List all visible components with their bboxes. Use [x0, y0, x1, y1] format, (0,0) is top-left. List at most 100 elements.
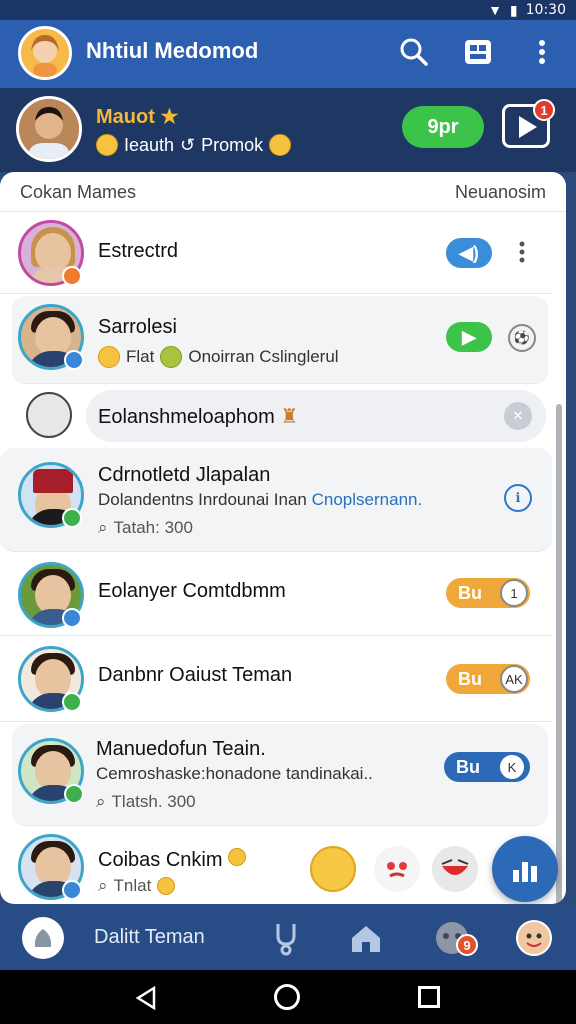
contact-name: Cdrnotletd Jlapalan — [98, 464, 271, 486]
contact-meta: ⌕ Tlatsh. 300 — [96, 792, 196, 812]
user-avatar[interactable] — [18, 26, 72, 80]
soccer-ball-icon[interactable]: ⚽ — [508, 324, 536, 352]
video-icon[interactable]: 1 — [502, 99, 555, 148]
profile-nav-icon[interactable] — [514, 918, 554, 958]
contact-sub-part: Flat — [126, 347, 155, 366]
contact-name: Eolanshmeloaphom ♜ — [98, 404, 298, 429]
smile-emoji-icon — [98, 346, 120, 368]
info-icon[interactable]: ℹ — [504, 484, 532, 512]
contact-row[interactable]: Danbnr Oaiust Teman Bu AK — [0, 638, 552, 722]
contact-name: Estrectrd — [98, 240, 179, 262]
contact-name: Coibas Cnkim — [98, 848, 247, 872]
contact-subtitle: Cemroshaske:honadone tandinakai.. — [96, 764, 373, 783]
icecream-emoji-icon: ♜ — [280, 406, 299, 428]
contact-meta-text: Tnlat — [113, 876, 152, 895]
pill-label: Bu — [456, 756, 480, 777]
app-actions — [396, 34, 560, 70]
status-bar: ▼ ▮ 10:30 — [0, 0, 576, 20]
frog-emoji-icon — [160, 346, 183, 368]
avatar-illustration-icon — [21, 29, 69, 77]
voice-message-icon[interactable]: ◀) — [446, 238, 492, 268]
system-navigation-bar — [0, 970, 576, 1024]
contact-row[interactable]: Eolanshmeloaphom ♜ ✕ — [0, 386, 552, 446]
profile-avatar[interactable] — [16, 96, 82, 162]
contact-sub-part2: Onoirran Cslinglerul — [188, 347, 339, 366]
status-dot-icon — [62, 508, 82, 528]
house-nav-icon[interactable] — [346, 918, 386, 958]
count-circle[interactable]: AK — [500, 665, 528, 693]
bottom-nav: Dalitt Teman 9 — [0, 904, 576, 970]
profile-name: Mauot ★ — [96, 106, 179, 128]
status-dot-icon — [64, 784, 84, 804]
more-vertical-icon[interactable] — [518, 240, 526, 269]
more-vertical-icon[interactable] — [524, 34, 560, 70]
nav-label[interactable]: Dalitt Teman — [94, 926, 205, 949]
profile-sub-left: Ieauth — [124, 134, 175, 155]
contact-meta: ⌕ Tatah: 300 — [98, 518, 193, 538]
recents-icon[interactable] — [418, 986, 440, 1008]
contact-row[interactable]: Cdrnotletd Jlapalan Dolandentns Inrdouna… — [0, 448, 552, 552]
contact-sub-link[interactable]: Cnoplsernann. — [312, 490, 423, 509]
scrollbar[interactable] — [556, 404, 562, 904]
status-dot-icon — [62, 608, 82, 628]
back-icon[interactable] — [134, 985, 158, 1015]
contact-name-text: Eolanshmeloaphom — [98, 406, 275, 428]
chat-bubble-icon: ⌕ — [98, 518, 108, 537]
kiss-reaction-icon[interactable] — [374, 846, 420, 892]
search-icon[interactable] — [396, 34, 432, 70]
contact-row[interactable]: Eolanyer Comtdbmm Bu 1 — [0, 554, 552, 636]
status-icons: ▼ ▮ 10:30 — [488, 0, 566, 20]
count-circle[interactable]: K — [498, 753, 526, 781]
contact-subtitle: Flat Onoirran Cslinglerul — [98, 346, 339, 368]
status-dot-icon — [62, 692, 82, 712]
status-dot-icon — [62, 266, 82, 286]
stethoscope-icon[interactable] — [268, 918, 308, 958]
wrench-avatar-icon — [26, 392, 72, 438]
app-title: Nhtiul Medomod — [86, 38, 259, 63]
wifi-icon: ▼ — [488, 2, 502, 18]
stats-fab-button[interactable] — [492, 836, 558, 902]
play-icon[interactable]: ▶ — [446, 322, 492, 352]
person-photo-icon — [19, 99, 79, 159]
status-dot-icon — [64, 350, 84, 370]
contacts-card-icon[interactable] — [460, 34, 496, 70]
chat-bubble-icon: ⌕ — [96, 792, 106, 811]
contact-row[interactable]: Estrectrd ◀) — [0, 212, 552, 294]
status-dot-icon — [62, 880, 82, 900]
smile-emoji-icon — [228, 848, 247, 866]
contact-sub-text: Dolandentns Inrdounai Inan — [98, 490, 307, 509]
list-header-left: Cokan Mames — [20, 182, 137, 202]
contact-row[interactable]: Manuedofun Teain. Cemroshaske:honadone t… — [12, 724, 548, 826]
close-icon[interactable]: ✕ — [504, 402, 532, 430]
home-icon[interactable] — [274, 984, 300, 1010]
contact-name-text: Coibas Cnkim — [98, 849, 223, 871]
contact-subtitle: Dolandentns Inrdounai Inan Cnoplsernann. — [98, 490, 422, 510]
app-bar: Nhtiul Medomod — [0, 20, 576, 88]
list-header-right[interactable]: Neuanosim — [455, 182, 546, 203]
laugh-reaction-icon[interactable] — [432, 846, 478, 892]
game-controller-icon[interactable]: 9 — [432, 918, 478, 958]
profile-strip: Mauot ★ Ieauth ↺ Promok — [0, 88, 576, 172]
refresh-icon: ↺ — [180, 134, 196, 155]
pill-label: Bu — [458, 668, 482, 689]
star-icon: ★ — [160, 106, 179, 128]
promo-button[interactable]: 9pr — [402, 106, 484, 148]
contact-meta-text: Tlatsh. 300 — [111, 792, 196, 811]
status-time: 10:30 — [525, 2, 566, 18]
home-nav-icon[interactable] — [22, 917, 64, 959]
count-circle[interactable]: 1 — [500, 579, 528, 607]
smile-reaction-icon[interactable] — [310, 846, 356, 892]
profile-subtitle: Ieauth ↺ Promok — [96, 134, 292, 156]
notification-badge: 9 — [456, 934, 478, 956]
contact-name: Manuedofun Teain. — [96, 738, 266, 760]
contact-meta: ⌕ Tnlat — [98, 876, 176, 896]
contact-row[interactable]: Sarrolesi Flat Onoirran Cslinglerul ▶ ⚽ — [12, 296, 548, 384]
grin-emoji-icon — [269, 134, 292, 156]
grin-emoji-icon — [157, 877, 176, 895]
chat-bubble-icon: ⌕ — [98, 876, 108, 895]
pill-label: Bu — [458, 582, 482, 603]
notification-badge: 1 — [533, 99, 555, 121]
profile-sub-right: Promok — [201, 134, 264, 155]
contacts-card: Cokan Mames Neuanosim Estrectrd ◀) Sarro… — [0, 172, 566, 904]
contact-name: Danbnr Oaiust Teman — [98, 664, 293, 686]
